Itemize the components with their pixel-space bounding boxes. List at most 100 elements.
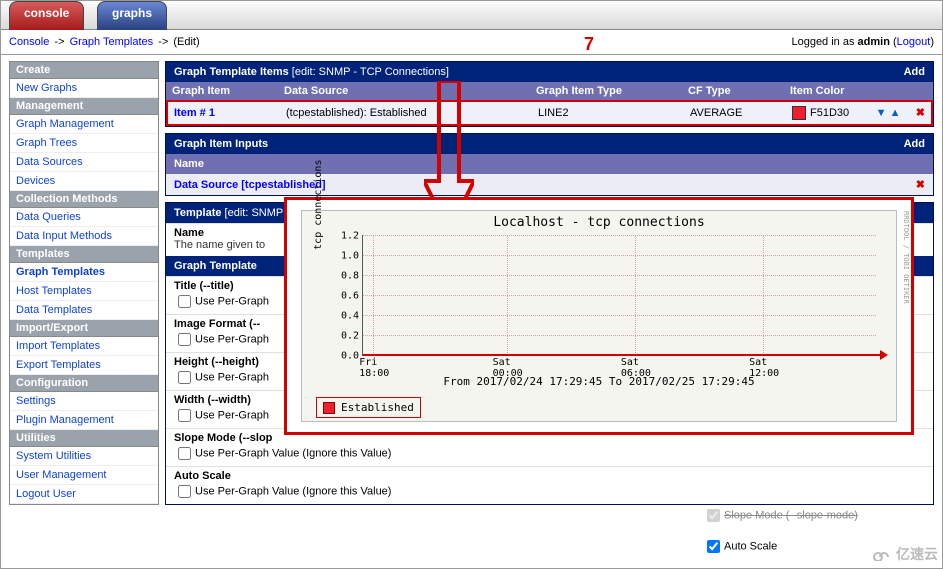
opt-height-label: Height (--height) <box>174 356 259 368</box>
chart-legend: Established <box>316 397 421 418</box>
graph-item-link[interactable]: Item # 1 <box>174 107 215 119</box>
panel-graph-item-inputs: Graph Item Inputs Add Name Data Source [… <box>165 133 934 196</box>
delete-icon[interactable]: ✖ <box>916 107 925 119</box>
cell-color-hex: F51D30 <box>810 107 849 119</box>
tab-graphs[interactable]: graphs <box>97 1 167 30</box>
y-axis-label: tcp connections <box>313 160 324 250</box>
sidebar-item-logout-user[interactable]: Logout User <box>10 485 158 504</box>
graph-item-row[interactable]: Item # 1 (tcpestablished): Established L… <box>168 102 931 124</box>
delete-input-icon[interactable]: ✖ <box>916 178 925 191</box>
crumb-sep: -> <box>158 36 168 48</box>
col-graph-item-type: Graph Item Type <box>530 82 682 100</box>
legend-label: Established <box>341 401 414 414</box>
cb-right-autoscale[interactable] <box>707 540 720 553</box>
sidebar-header: Import/Export <box>10 320 158 337</box>
ytick: 1.0 <box>341 250 359 261</box>
graph-template-section: Graph Template <box>174 260 257 272</box>
move-up-icon[interactable]: ▲ <box>890 107 901 119</box>
cell-data-source: (tcpestablished): Established <box>280 102 532 124</box>
rrd-credit: RRDTOOL / TOBI OETIKER <box>902 211 910 304</box>
sidebar-item-settings[interactable]: Settings <box>10 392 158 411</box>
breadcrumb: Console -> Graph Templates -> (Edit) Log… <box>1 30 942 55</box>
panel-items-sub: [edit: SNMP - TCP Connections] <box>292 66 449 78</box>
input-row-link[interactable]: Data Source [tcpestablished] <box>174 179 326 191</box>
col-item-color: Item Color <box>784 82 933 100</box>
name-desc: The name given to <box>174 239 265 251</box>
panel-items-title: Graph Template Items <box>174 66 289 78</box>
cb-imgfmt-pergraph[interactable] <box>178 333 191 346</box>
sidebar-item-new-graphs[interactable]: New Graphs <box>10 79 158 98</box>
sidebar-item-system-utilities[interactable]: System Utilities <box>10 447 158 466</box>
cb-right-slope <box>707 509 720 522</box>
col-cf-type: CF Type <box>682 82 784 100</box>
sidebar-item-data-sources[interactable]: Data Sources <box>10 153 158 172</box>
add-input[interactable]: Add <box>904 138 925 150</box>
sidebar-header: Templates <box>10 246 158 263</box>
crumb-edit: (Edit) <box>173 36 199 48</box>
sidebar-header: Create <box>10 62 158 79</box>
cb-height-text: Use Per-Graph <box>195 371 269 383</box>
sidebar-item-plugin-management[interactable]: Plugin Management <box>10 411 158 430</box>
ytick: 0.2 <box>341 330 359 341</box>
cell-git: LINE2 <box>532 102 684 124</box>
crumb-sep: -> <box>54 36 64 48</box>
cb-autoscale-pergraph[interactable] <box>178 485 191 498</box>
ytick: 0.0 <box>341 351 359 362</box>
sidebar-item-graph-trees[interactable]: Graph Trees <box>10 134 158 153</box>
ytick: 0.8 <box>341 270 359 281</box>
cb-slope-pergraph[interactable] <box>178 447 191 460</box>
sidebar-item-host-templates[interactable]: Host Templates <box>10 282 158 301</box>
logout-link[interactable]: Logout <box>897 36 931 48</box>
login-user: admin <box>858 36 890 48</box>
graph-preview: Localhost - tcp connections RRDTOOL / TO… <box>284 197 914 435</box>
sidebar-item-graph-management[interactable]: Graph Management <box>10 115 158 134</box>
sidebar-item-export-templates[interactable]: Export Templates <box>10 356 158 375</box>
ytick: 0.6 <box>341 291 359 302</box>
tab-console[interactable]: console <box>9 1 84 30</box>
cb-width-pergraph[interactable] <box>178 409 191 422</box>
inputs-col-name: Name <box>166 154 933 174</box>
panel-tpl-title: Template <box>174 207 221 219</box>
sidebar-item-user-management[interactable]: User Management <box>10 466 158 485</box>
sidebar: CreateNew GraphsManagementGraph Manageme… <box>1 55 163 517</box>
sidebar-header: Utilities <box>10 430 158 447</box>
sidebar-item-data-queries[interactable]: Data Queries <box>10 208 158 227</box>
add-graph-item[interactable]: Add <box>904 66 925 78</box>
panel-graph-template-items: Graph Template Items [edit: SNMP - TCP C… <box>165 61 934 127</box>
opt-slope-label: Slope Mode (--slop <box>174 432 272 444</box>
sidebar-item-graph-templates[interactable]: Graph Templates <box>10 263 158 282</box>
opt-imgfmt-label: Image Format (-- <box>174 318 260 330</box>
crumb-console[interactable]: Console <box>9 36 49 48</box>
sidebar-header: Collection Methods <box>10 191 158 208</box>
panel-inputs-title: Graph Item Inputs <box>174 138 268 150</box>
cb-height-pergraph[interactable] <box>178 371 191 384</box>
opt-width-label: Width (--width) <box>174 394 251 406</box>
sidebar-item-import-templates[interactable]: Import Templates <box>10 337 158 356</box>
name-label: Name <box>174 227 204 239</box>
opt-autoscale-label: Auto Scale <box>174 470 231 482</box>
chart-title: Localhost - tcp connections <box>302 215 896 230</box>
cb-autoscale-text: Use Per-Graph Value (Ignore this Value) <box>195 485 391 497</box>
cb-width-text: Use Per-Graph <box>195 409 269 421</box>
chart-range: From 2017/02/24 17:29:45 To 2017/02/25 1… <box>302 375 896 388</box>
cb-title-pergraph[interactable] <box>178 295 191 308</box>
sidebar-item-devices[interactable]: Devices <box>10 172 158 191</box>
sidebar-item-data-templates[interactable]: Data Templates <box>10 301 158 320</box>
opt-title-label: Title (--title) <box>174 280 234 292</box>
cb-imgfmt-text: Use Per-Graph <box>195 333 269 345</box>
legend-swatch <box>323 402 335 414</box>
col-graph-item: Graph Item <box>166 82 278 100</box>
ytick: 1.2 <box>341 231 359 242</box>
right-autoscale-text: Auto Scale <box>724 540 777 552</box>
cb-slope-text: Use Per-Graph Value (Ignore this Value) <box>195 447 391 459</box>
cell-cf: AVERAGE <box>684 102 786 124</box>
right-options: Slope Mode (--slope-mode) Auto Scale Use… <box>703 500 943 569</box>
move-down-icon[interactable]: ▼ <box>876 107 887 119</box>
right-slope-text: Slope Mode (--slope-mode) <box>724 509 858 521</box>
crumb-graph-templates[interactable]: Graph Templates <box>70 36 154 48</box>
sidebar-item-data-input-methods[interactable]: Data Input Methods <box>10 227 158 246</box>
cb-title-text: Use Per-Graph <box>195 295 269 307</box>
login-prefix: Logged in as <box>791 36 857 48</box>
plot-area: tcp connections 1.2 1.0 0.8 0.6 0.4 0.2 … <box>362 235 876 356</box>
color-chip <box>792 106 806 120</box>
